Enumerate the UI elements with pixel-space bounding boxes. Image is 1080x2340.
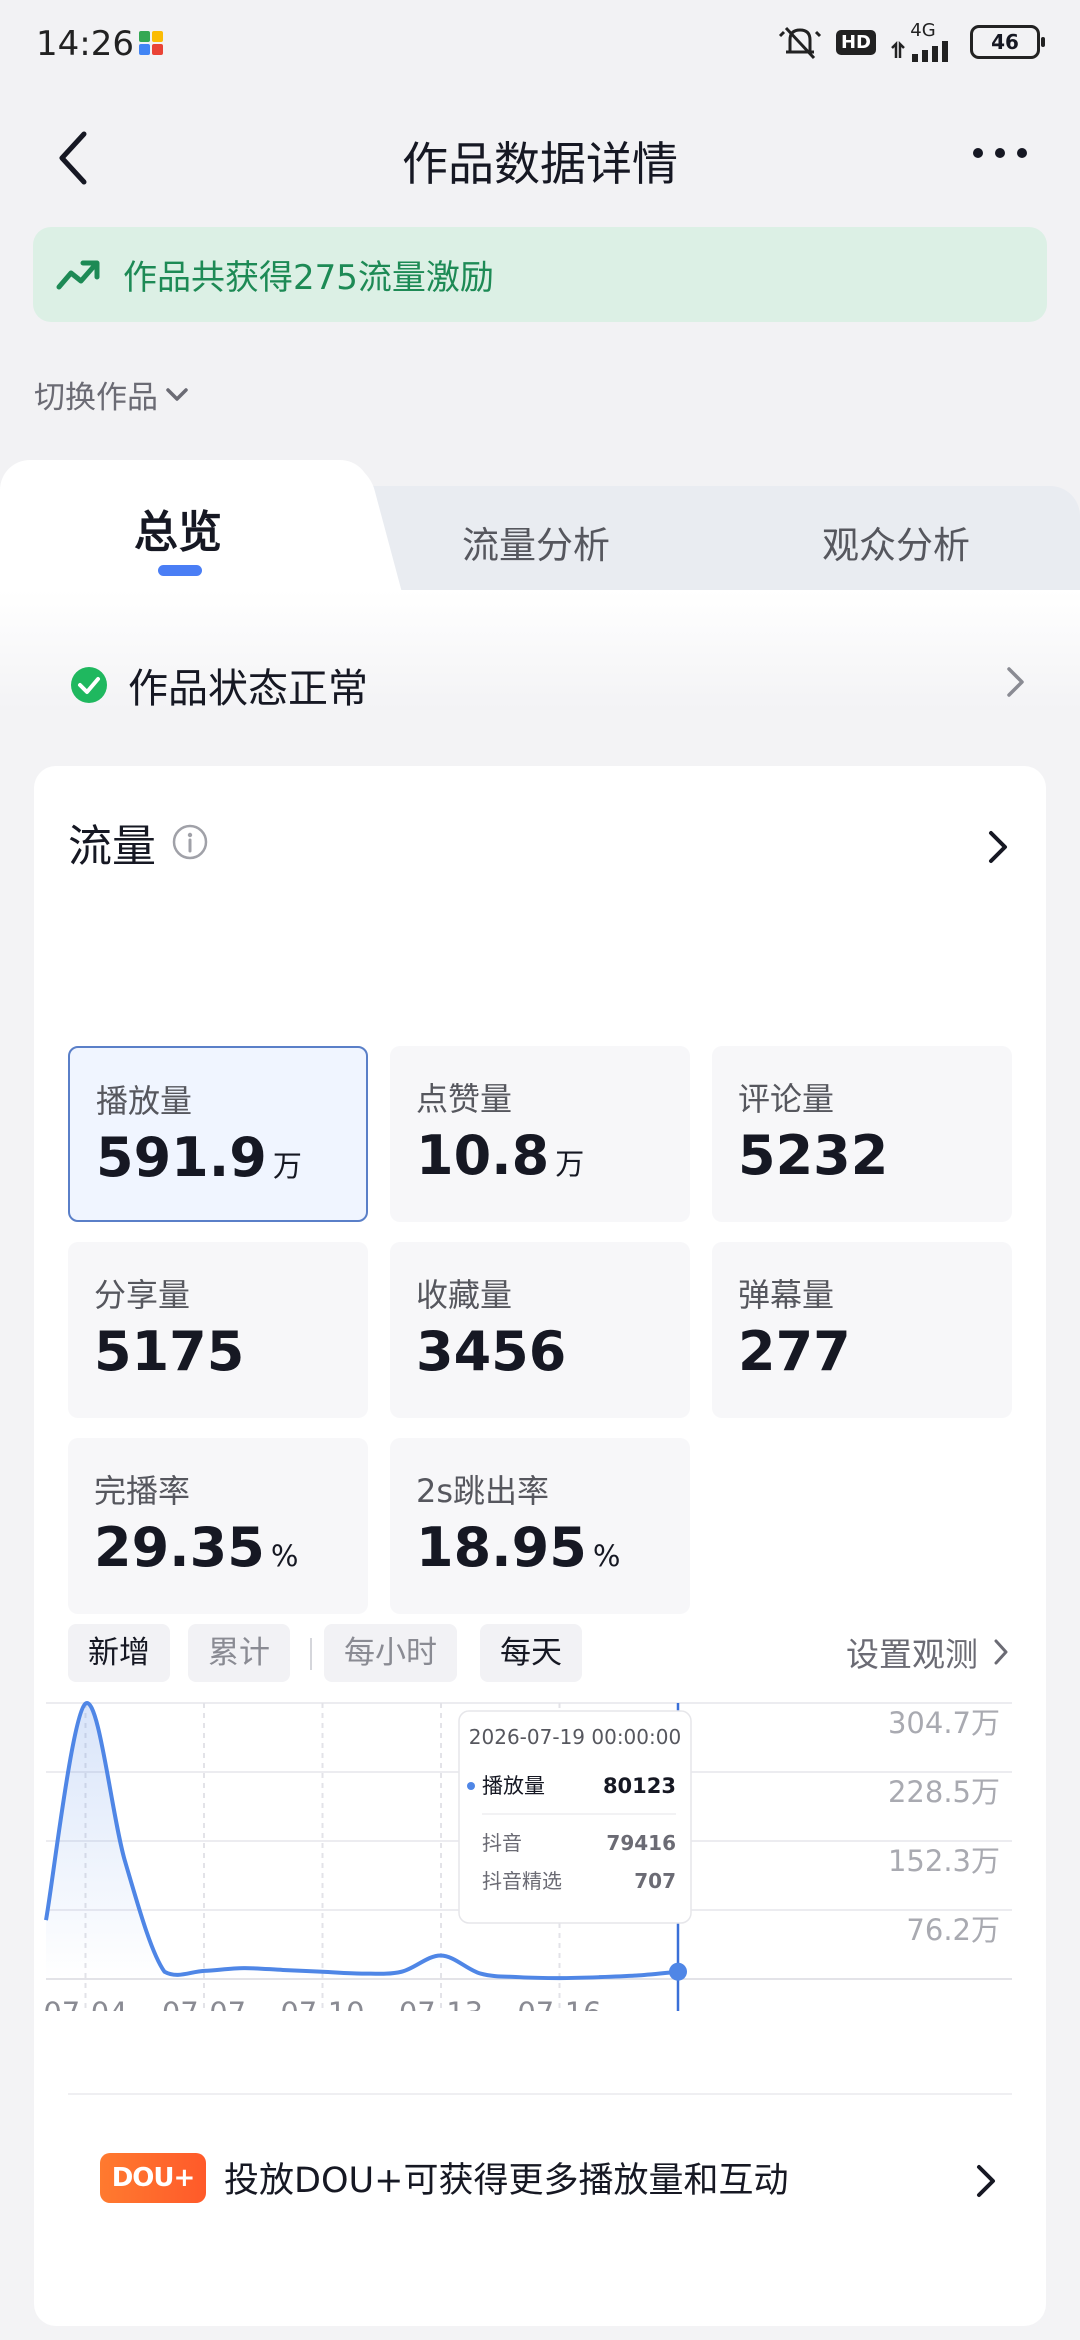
y-tick-label: 152.3万 bbox=[888, 1844, 1000, 1878]
filter-new[interactable]: 新增 bbox=[68, 1624, 170, 1682]
tab-active-indicator bbox=[158, 565, 202, 576]
metric-label: 播放量 bbox=[96, 1082, 193, 1120]
tab-bar: 总览 流量分析 观众分析 bbox=[0, 460, 1080, 600]
traffic-card-title: 流量 bbox=[68, 821, 156, 872]
filter-daily[interactable]: 每天 bbox=[480, 1624, 582, 1682]
network-type: 4G bbox=[910, 20, 936, 41]
metric-unit: % bbox=[270, 1539, 299, 1573]
tab-overview[interactable]: 总览 bbox=[134, 496, 222, 560]
mute-bell-icon bbox=[778, 26, 822, 60]
filter-cumulative[interactable]: 累计 bbox=[188, 1624, 290, 1682]
metric-value: 5175 bbox=[94, 1320, 245, 1383]
page-title: 作品数据详情 bbox=[402, 137, 678, 191]
divider bbox=[68, 2093, 1012, 2095]
hd-badge: HD bbox=[835, 29, 876, 55]
metric-label: 弹幕量 bbox=[738, 1276, 835, 1314]
tooltip-breakdown-value: 707 bbox=[634, 1869, 676, 1893]
work-status-row[interactable]: 作品状态正常 bbox=[70, 656, 368, 714]
tooltip-breakdown-label: 抖音精选 bbox=[482, 1869, 562, 1893]
more-options-icon[interactable] bbox=[970, 140, 1030, 170]
chart-tooltip: 2026-07-19 00:00:00 播放量 80123 抖音 79416 抖音精选 70… bbox=[458, 1710, 692, 1924]
metric-label: 点赞量 bbox=[416, 1080, 513, 1118]
check-circle-icon bbox=[71, 667, 107, 703]
info-icon[interactable] bbox=[172, 824, 208, 860]
battery-icon: 46 bbox=[970, 25, 1045, 59]
dou-plus-promo[interactable]: DOU+ 投放DOU+可获得更多播放量和互动 bbox=[100, 2152, 788, 2203]
tooltip-series-value: 80123 bbox=[603, 1774, 676, 1798]
x-tick-label: 07-16 bbox=[517, 1996, 601, 2011]
dou-plus-text: 投放DOU+可获得更多播放量和互动 bbox=[224, 2161, 789, 2201]
metric-favorites[interactable]: 收藏量 3456 bbox=[390, 1242, 690, 1418]
metric-value: 277 bbox=[738, 1320, 851, 1383]
x-tick-label: 07-13 bbox=[399, 1996, 483, 2011]
metric-unit: 万 bbox=[272, 1149, 302, 1183]
chevron-down-icon bbox=[166, 387, 188, 401]
metric-label: 完播率 bbox=[94, 1472, 191, 1510]
tooltip-series-label: 播放量 bbox=[482, 1774, 545, 1798]
filter-separator bbox=[310, 1638, 312, 1670]
metric-plays[interactable]: 播放量 591.9 万 bbox=[68, 1046, 368, 1222]
trend-up-icon bbox=[56, 260, 100, 289]
traffic-incentive-banner[interactable]: 作品共获得275流量激励 bbox=[33, 227, 1047, 322]
metric-value: 5232 bbox=[738, 1124, 889, 1187]
tooltip-breakdown-label: 抖音 bbox=[482, 1831, 522, 1855]
metric-value: 10.8 bbox=[416, 1124, 550, 1187]
switch-work-dropdown[interactable]: 切换作品 bbox=[34, 372, 190, 417]
tab-traffic-analysis[interactable]: 流量分析 bbox=[462, 515, 610, 569]
traffic-card-header: 流量 bbox=[68, 810, 208, 874]
hover-data-point bbox=[669, 1962, 687, 1981]
metric-unit: % bbox=[592, 1539, 621, 1573]
y-tick-label: 304.7万 bbox=[888, 1706, 1000, 1740]
metric-2s-bounce-rate[interactable]: 2s跳出率 18.95% bbox=[390, 1438, 690, 1614]
metric-completion-rate[interactable]: 完播率 29.35% bbox=[68, 1438, 368, 1614]
overview-content: 作品状态正常 流量 播放量 591.9 万 点赞量 10.8 万 评论量 5232 bbox=[0, 590, 1080, 2340]
banner-text: 作品共获得275流量激励 bbox=[123, 258, 494, 298]
switch-work-label: 切换作品 bbox=[34, 380, 158, 416]
metric-likes[interactable]: 点赞量 10.8 万 bbox=[390, 1046, 690, 1222]
status-time: 14:26 bbox=[36, 24, 134, 64]
chevron-right-icon bbox=[994, 1639, 1008, 1665]
y-tick-label: 228.5万 bbox=[888, 1775, 1000, 1809]
x-tick-label: 07-07 bbox=[162, 1996, 246, 2011]
metric-value: 29.35 bbox=[94, 1516, 265, 1579]
tab-audience-analysis[interactable]: 观众分析 bbox=[822, 515, 970, 569]
x-tick-label: 07-10 bbox=[280, 1996, 364, 2011]
page-header: 作品数据详情 bbox=[0, 100, 1080, 210]
tooltip-breakdown-value: 79416 bbox=[606, 1831, 676, 1855]
battery-level: 46 bbox=[991, 30, 1019, 54]
chevron-right-icon[interactable] bbox=[986, 828, 1010, 866]
signal-icon bbox=[891, 40, 948, 62]
filter-hourly[interactable]: 每小时 bbox=[324, 1624, 457, 1682]
dou-plus-logo: DOU+ bbox=[100, 2152, 206, 2203]
work-status-text: 作品状态正常 bbox=[128, 666, 368, 712]
metric-label: 收藏量 bbox=[416, 1276, 513, 1314]
metric-unit: 万 bbox=[555, 1147, 585, 1181]
tooltip-series-dot bbox=[467, 1782, 475, 1790]
traffic-card: 流量 播放量 591.9 万 点赞量 10.8 万 评论量 5232 分享量 517… bbox=[34, 766, 1046, 2326]
tab-bar-background bbox=[350, 486, 1080, 596]
y-tick-label: 76.2万 bbox=[906, 1913, 1000, 1947]
metric-danmaku[interactable]: 弹幕量 277 bbox=[712, 1242, 1012, 1418]
tooltip-date: 2026-07-19 00:00:00 bbox=[469, 1725, 681, 1749]
x-tick-label: 07-04 bbox=[43, 1996, 127, 2011]
metric-value: 3456 bbox=[416, 1320, 567, 1383]
chevron-right-icon[interactable] bbox=[974, 2162, 998, 2200]
status-bar: 14:26 HD 4G 46 bbox=[0, 0, 1080, 90]
metric-value: 18.95 bbox=[416, 1516, 587, 1579]
metric-value: 591.9 bbox=[96, 1126, 267, 1189]
chevron-right-icon[interactable] bbox=[1004, 664, 1028, 700]
set-observation-label: 设置观测 bbox=[846, 1635, 978, 1674]
set-observation-button[interactable]: 设置观测 bbox=[846, 1628, 1010, 1676]
app-notification-icon bbox=[139, 31, 163, 55]
metric-label: 2s跳出率 bbox=[416, 1472, 550, 1510]
metric-label: 分享量 bbox=[94, 1276, 191, 1314]
metric-shares[interactable]: 分享量 5175 bbox=[68, 1242, 368, 1418]
metric-label: 评论量 bbox=[738, 1080, 835, 1118]
metric-comments[interactable]: 评论量 5232 bbox=[712, 1046, 1012, 1222]
